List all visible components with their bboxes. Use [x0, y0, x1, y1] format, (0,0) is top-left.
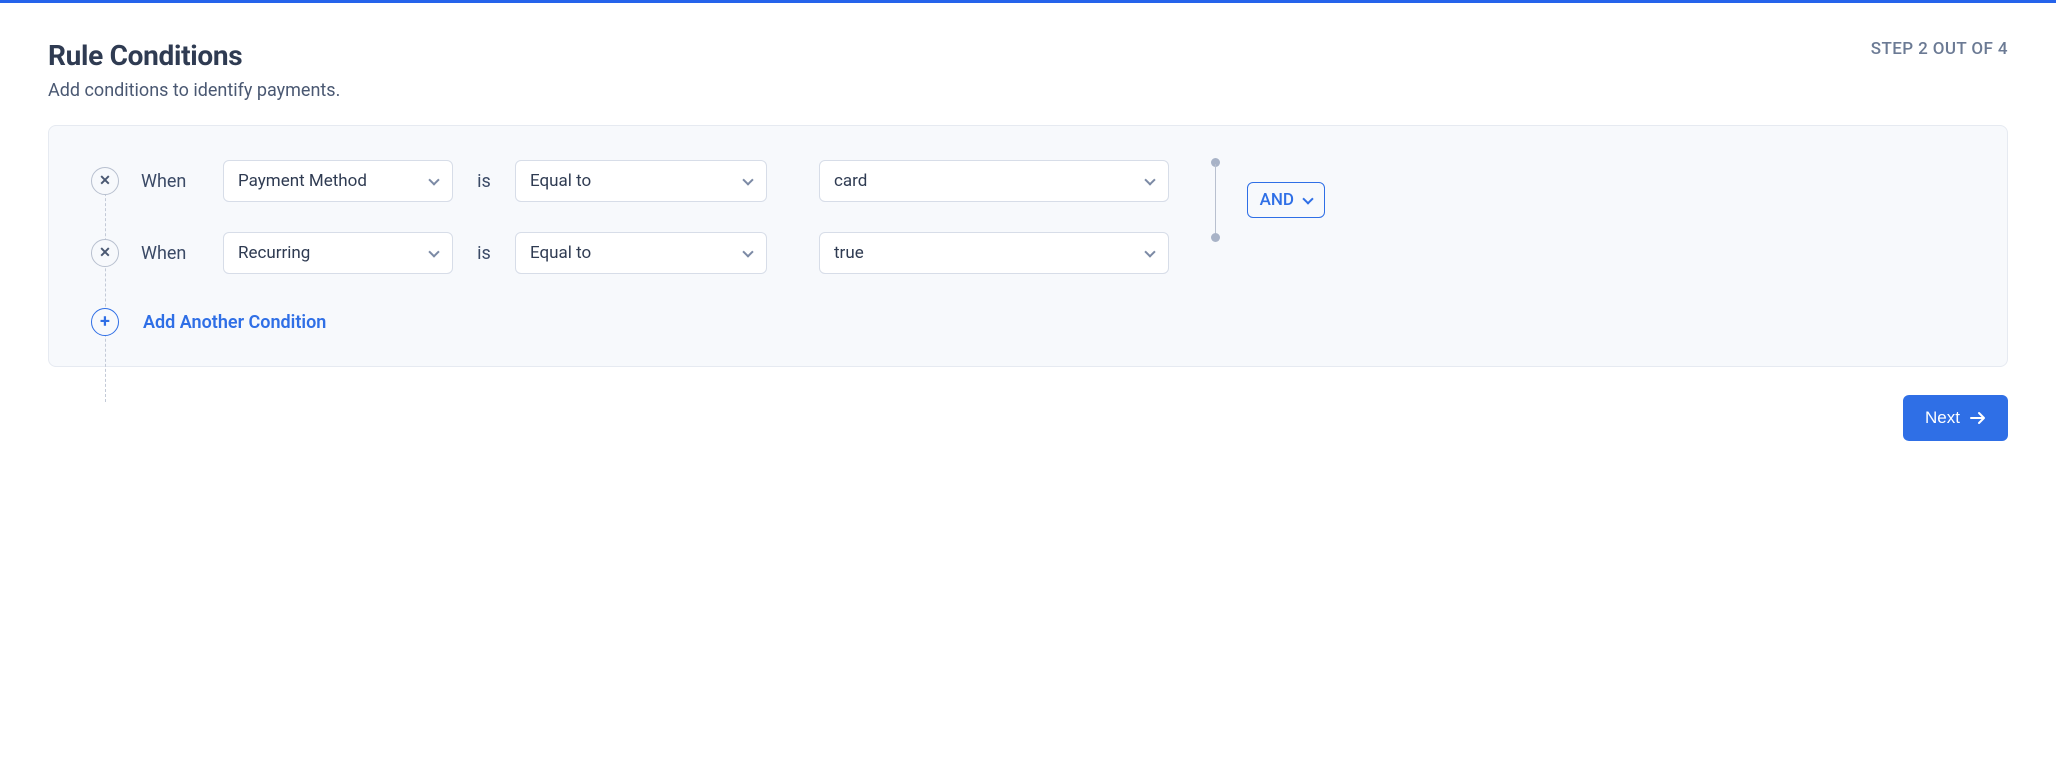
chevron-down-icon [428, 246, 439, 257]
field-select-value: Payment Method [238, 171, 367, 191]
chevron-down-icon [742, 174, 753, 185]
rule-conditions-page: Rule Conditions STEP 2 OUT OF 4 Add cond… [0, 0, 2056, 473]
add-condition-link[interactable]: Add Another Condition [143, 312, 326, 333]
operator-select[interactable]: Equal to [515, 232, 767, 274]
close-icon: ✕ [99, 246, 111, 260]
when-label: When [141, 243, 201, 264]
operator-select-value: Equal to [530, 171, 591, 191]
is-label: is [475, 171, 493, 192]
remove-condition-button[interactable]: ✕ [91, 239, 119, 267]
condition-row: ✕ When Payment Method is Equal to card [91, 160, 1169, 202]
add-condition-button[interactable]: + [91, 308, 119, 336]
page-subtitle: Add conditions to identify payments. [48, 80, 2008, 101]
combinator-column: AND [1193, 154, 1325, 246]
combinator-label: AND [1260, 190, 1294, 210]
next-button-label: Next [1925, 408, 1960, 428]
value-select-value: card [834, 171, 867, 191]
chevron-down-icon [1302, 193, 1313, 204]
close-icon: ✕ [99, 174, 111, 188]
page-footer: Next [48, 395, 2008, 441]
field-select[interactable]: Payment Method [223, 160, 453, 202]
next-button[interactable]: Next [1903, 395, 2008, 441]
conditions-panel: ✕ When Payment Method is Equal to card [48, 125, 2008, 367]
page-title: Rule Conditions [48, 39, 242, 72]
condition-rows: ✕ When Payment Method is Equal to card [91, 160, 1169, 274]
bracket-dot-icon [1211, 233, 1220, 242]
step-indicator: STEP 2 OUT OF 4 [1871, 39, 2008, 59]
bracket-line [1215, 164, 1217, 236]
when-label: When [141, 171, 201, 192]
value-select[interactable]: true [819, 232, 1169, 274]
remove-condition-button[interactable]: ✕ [91, 167, 119, 195]
combinator-bracket [1211, 156, 1235, 244]
value-select-value: true [834, 243, 864, 263]
add-condition-row: + Add Another Condition [91, 308, 1965, 336]
operator-select-value: Equal to [530, 243, 591, 263]
chevron-down-icon [742, 246, 753, 257]
page-header: Rule Conditions STEP 2 OUT OF 4 [48, 39, 2008, 72]
arrow-right-icon [1970, 411, 1986, 425]
chevron-down-icon [1144, 174, 1155, 185]
operator-select[interactable]: Equal to [515, 160, 767, 202]
condition-row: ✕ When Recurring is Equal to true [91, 232, 1169, 274]
chevron-down-icon [1144, 246, 1155, 257]
is-label: is [475, 243, 493, 264]
plus-icon: + [100, 313, 110, 331]
chevron-down-icon [428, 174, 439, 185]
field-select-value: Recurring [238, 243, 310, 263]
conditions-container: ✕ When Payment Method is Equal to card [91, 160, 1965, 336]
field-select[interactable]: Recurring [223, 232, 453, 274]
value-select[interactable]: card [819, 160, 1169, 202]
combinator-select[interactable]: AND [1247, 182, 1325, 218]
